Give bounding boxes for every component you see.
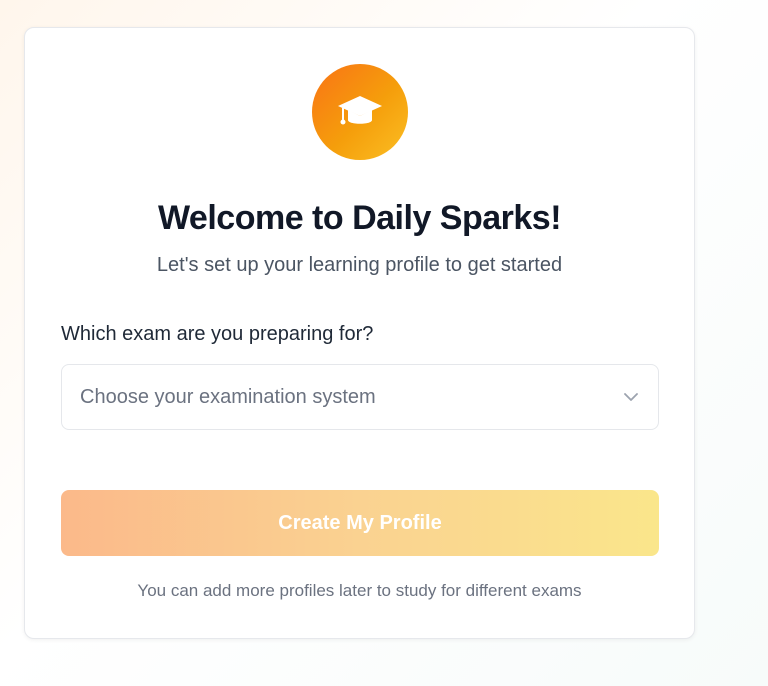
exam-select[interactable]: Choose your examination system	[61, 364, 659, 430]
chevron-down-icon	[622, 388, 640, 406]
app-logo	[312, 64, 408, 160]
welcome-title: Welcome to Daily Sparks!	[157, 199, 562, 237]
exam-select-label: Which exam are you preparing for?	[61, 323, 374, 345]
onboarding-card: Welcome to Daily Sparks! Let's set up yo…	[24, 27, 695, 639]
welcome-subtitle: Let's set up your learning profile to ge…	[156, 254, 563, 276]
graduation-cap-icon	[337, 94, 383, 130]
footnote-text: You can add more profiles later to study…	[137, 581, 582, 600]
exam-select-placeholder: Choose your examination system	[80, 385, 376, 408]
create-profile-button[interactable]: Create My Profile	[61, 490, 659, 556]
